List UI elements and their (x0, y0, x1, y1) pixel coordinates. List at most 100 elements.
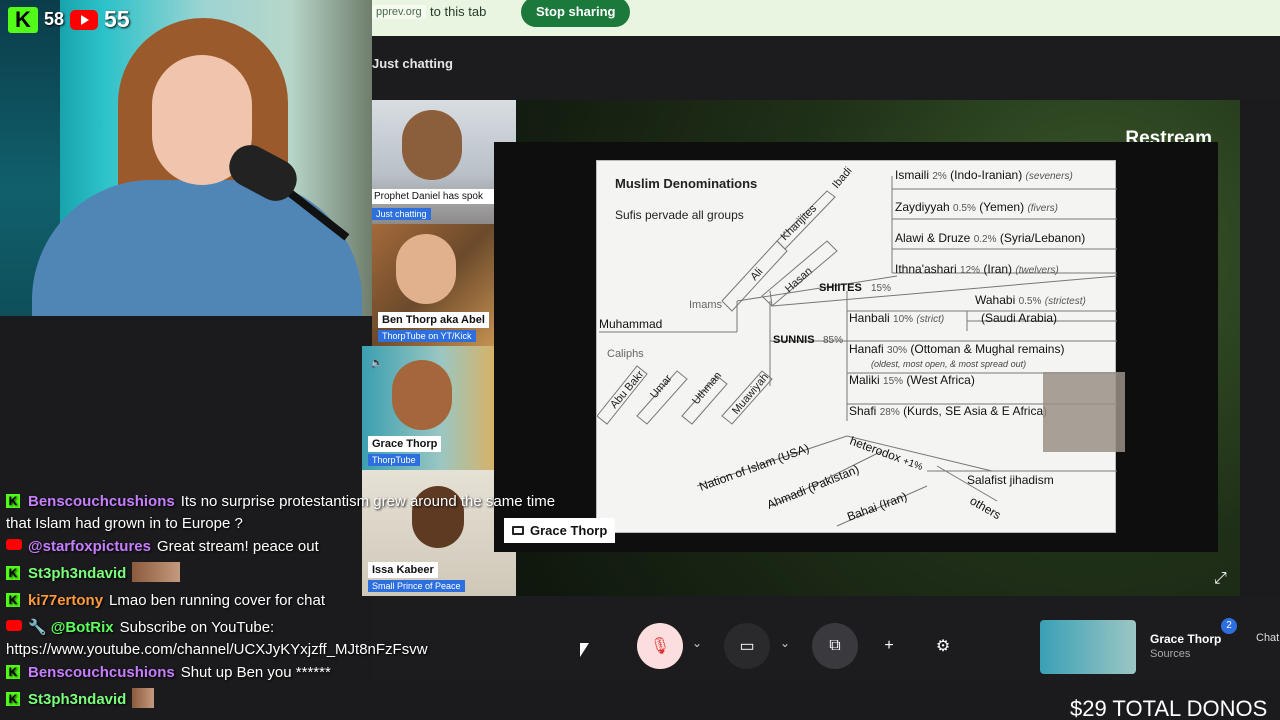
shiites-pct: 15% (871, 283, 891, 294)
share-screen-button[interactable]: ⧉ (812, 623, 858, 669)
youtube-logo-icon (70, 9, 99, 30)
chat-username: Benscouchcushions (28, 664, 175, 681)
uthman-label: Uthman (690, 370, 724, 407)
chat-message: K Benscouchcushions Its no surprise protes… (6, 488, 646, 533)
hasan-label: Hasan (783, 265, 815, 295)
gear-icon: ⚙ (935, 638, 951, 655)
ithna-where: (Iran) (983, 262, 1012, 276)
add-button[interactable]: + (866, 623, 912, 669)
denominations-diagram: Muslim Denominations Sufis pervade all g… (597, 165, 1117, 527)
mic-options-chevron-icon[interactable]: ⌄ (690, 636, 704, 650)
camera-button[interactable]: ▭ (724, 623, 770, 669)
viewer-counts: K 58 55 (8, 6, 130, 33)
ithna-name: Ithna'ashari (895, 262, 957, 276)
chat-text-continued: that Islam had grown in to Europe ? (6, 515, 243, 532)
chat-text: Subscribe on YouTube: (119, 619, 275, 636)
participant-video (402, 110, 462, 180)
root-muhammad: Muhammad (599, 317, 662, 331)
wahabi-where: (Saudi Arabia) (981, 311, 1057, 325)
ahmadi-label: Ahmadi (Pakistan) (765, 462, 861, 512)
participant-sub: ThorpTube (368, 454, 420, 466)
share-screen-icon: ⧉ (829, 637, 841, 654)
ithna-note: (twelvers) (1015, 265, 1058, 276)
maliki-pct: 15% (883, 376, 903, 387)
share-banner-text: to this tab (430, 4, 487, 19)
chat-message: Kki77ertony Lmao ben running cover for ch… (6, 587, 646, 614)
sunnis-label: SUNNIS (773, 334, 815, 346)
youtube-viewer-count: 55 (104, 6, 130, 32)
stop-sharing-button[interactable]: Stop sharing (521, 0, 631, 27)
chat-message: @starfoxpictures Great stream! peace out (6, 533, 646, 560)
alawi-label: Alawi & Druze 0.2% (Syria/Lebanon) (895, 231, 1085, 245)
broadcast-title: Just chatting (372, 56, 453, 71)
self-preview-video[interactable] (1040, 620, 1136, 674)
studio-header: Just chatting (372, 36, 1280, 100)
maliki-where: (West Africa) (906, 373, 974, 387)
chat-overlay: K Benscouchcushions Its no surprise protes… (6, 488, 646, 713)
hanafi-name: Hanafi (849, 342, 884, 356)
notification-badge: 2 (1221, 618, 1237, 634)
maliki-label: Maliki 15% (West Africa) (849, 373, 975, 387)
chat-text: Its no surprise protestantism grew aroun… (180, 493, 556, 510)
participant-tile[interactable]: Ben Thorp aka Abel ThorpTube on YT/Kick (372, 224, 494, 346)
chat-username: Benscouchcushions (28, 493, 175, 510)
ismaili-where: (Indo-Iranian) (950, 168, 1022, 182)
plus-icon: + (884, 637, 894, 654)
kick-badge-icon: K (6, 692, 20, 706)
ismaili-note: (seveners) (1026, 171, 1073, 182)
camera-icon: ▭ (739, 638, 755, 655)
abu-bakr-label: Abu Bakr (608, 368, 646, 411)
noi-label: Nation of Islam (USA) (697, 441, 811, 494)
participant-tile[interactable]: 🔈 Grace Thorp ThorpTube (362, 346, 494, 470)
chat-username: St3ph3ndavid (28, 565, 127, 582)
wahabi-note: (strictest) (1045, 296, 1086, 307)
hanafi-where: (Ottoman & Mughal remains) (910, 342, 1064, 356)
presenter-inset-camera (1043, 372, 1125, 452)
sunnis-pct: 85% (823, 335, 843, 346)
self-name: Grace Thorp (1150, 632, 1222, 646)
chat-username: ki77ertony (28, 592, 104, 609)
kick-badge-icon: K (6, 665, 20, 679)
kick-badge-icon: K (6, 494, 20, 508)
salafist-label: Salafist jihadism (967, 473, 1054, 487)
zaydiyyah-where: (Yemen) (979, 200, 1024, 214)
streamer-webcam: K 58 55 (0, 0, 372, 316)
hanafi-label: Hanafi 30% (Ottoman & Mughal remains) (849, 342, 1064, 356)
slide-note: Sufis pervade all groups (615, 208, 744, 222)
settings-button[interactable]: ⚙ (920, 623, 966, 669)
heterodox-pct: +1% (901, 456, 924, 473)
shared-tab-url: pprev.org (372, 5, 426, 19)
heterodox-label: heterodox +1% (848, 434, 925, 474)
kick-viewer-count: 58 (44, 9, 65, 29)
maliki-name: Maliki (849, 373, 880, 387)
chat-emote-image (132, 688, 155, 708)
alawi-where: (Syria/Lebanon) (1000, 231, 1085, 245)
wahabi-label: Wahabi 0.5% (strictest) (975, 293, 1086, 307)
participant-name: Grace Thorp (368, 436, 442, 452)
participant-video (396, 234, 456, 304)
chat-emote-image (132, 562, 181, 582)
alawi-pct: 0.2% (974, 234, 997, 245)
shafi-pct: 28% (880, 407, 900, 418)
youtube-badge-icon (6, 539, 22, 550)
ali-label: Ali (748, 266, 765, 283)
zaydiyyah-note: (fivers) (1027, 203, 1058, 214)
speaker-muted-icon[interactable]: 🔈 (370, 356, 384, 369)
chat-username: St3ph3ndavid (28, 691, 127, 708)
fullscreen-icon[interactable]: ⤢ (1214, 570, 1232, 588)
denominations-slide: Muslim Denominations Sufis pervade all g… (596, 160, 1117, 533)
muawiyah-label: Muawiyah (730, 371, 771, 417)
alawi-name: Alawi & Druze (895, 231, 971, 245)
chat-message: K Benscouchcushions Shut up Ben you ****** (6, 659, 646, 686)
zaydiyyah-name: Zaydiyyah (895, 200, 950, 214)
youtube-badge-icon (6, 620, 22, 631)
sources-label[interactable]: Sources (1150, 648, 1190, 660)
chat-button[interactable]: Chat (1256, 632, 1279, 644)
kick-badge-icon: K (6, 566, 20, 580)
camera-options-chevron-icon[interactable]: ⌄ (778, 636, 792, 650)
others-label: others (968, 493, 1004, 522)
caliphs-label: Caliphs (607, 348, 644, 360)
shiites-label: SHIITES (819, 282, 862, 294)
chat-username: @starfoxpictures (28, 538, 151, 555)
hanbali-pct: 10% (893, 314, 913, 325)
